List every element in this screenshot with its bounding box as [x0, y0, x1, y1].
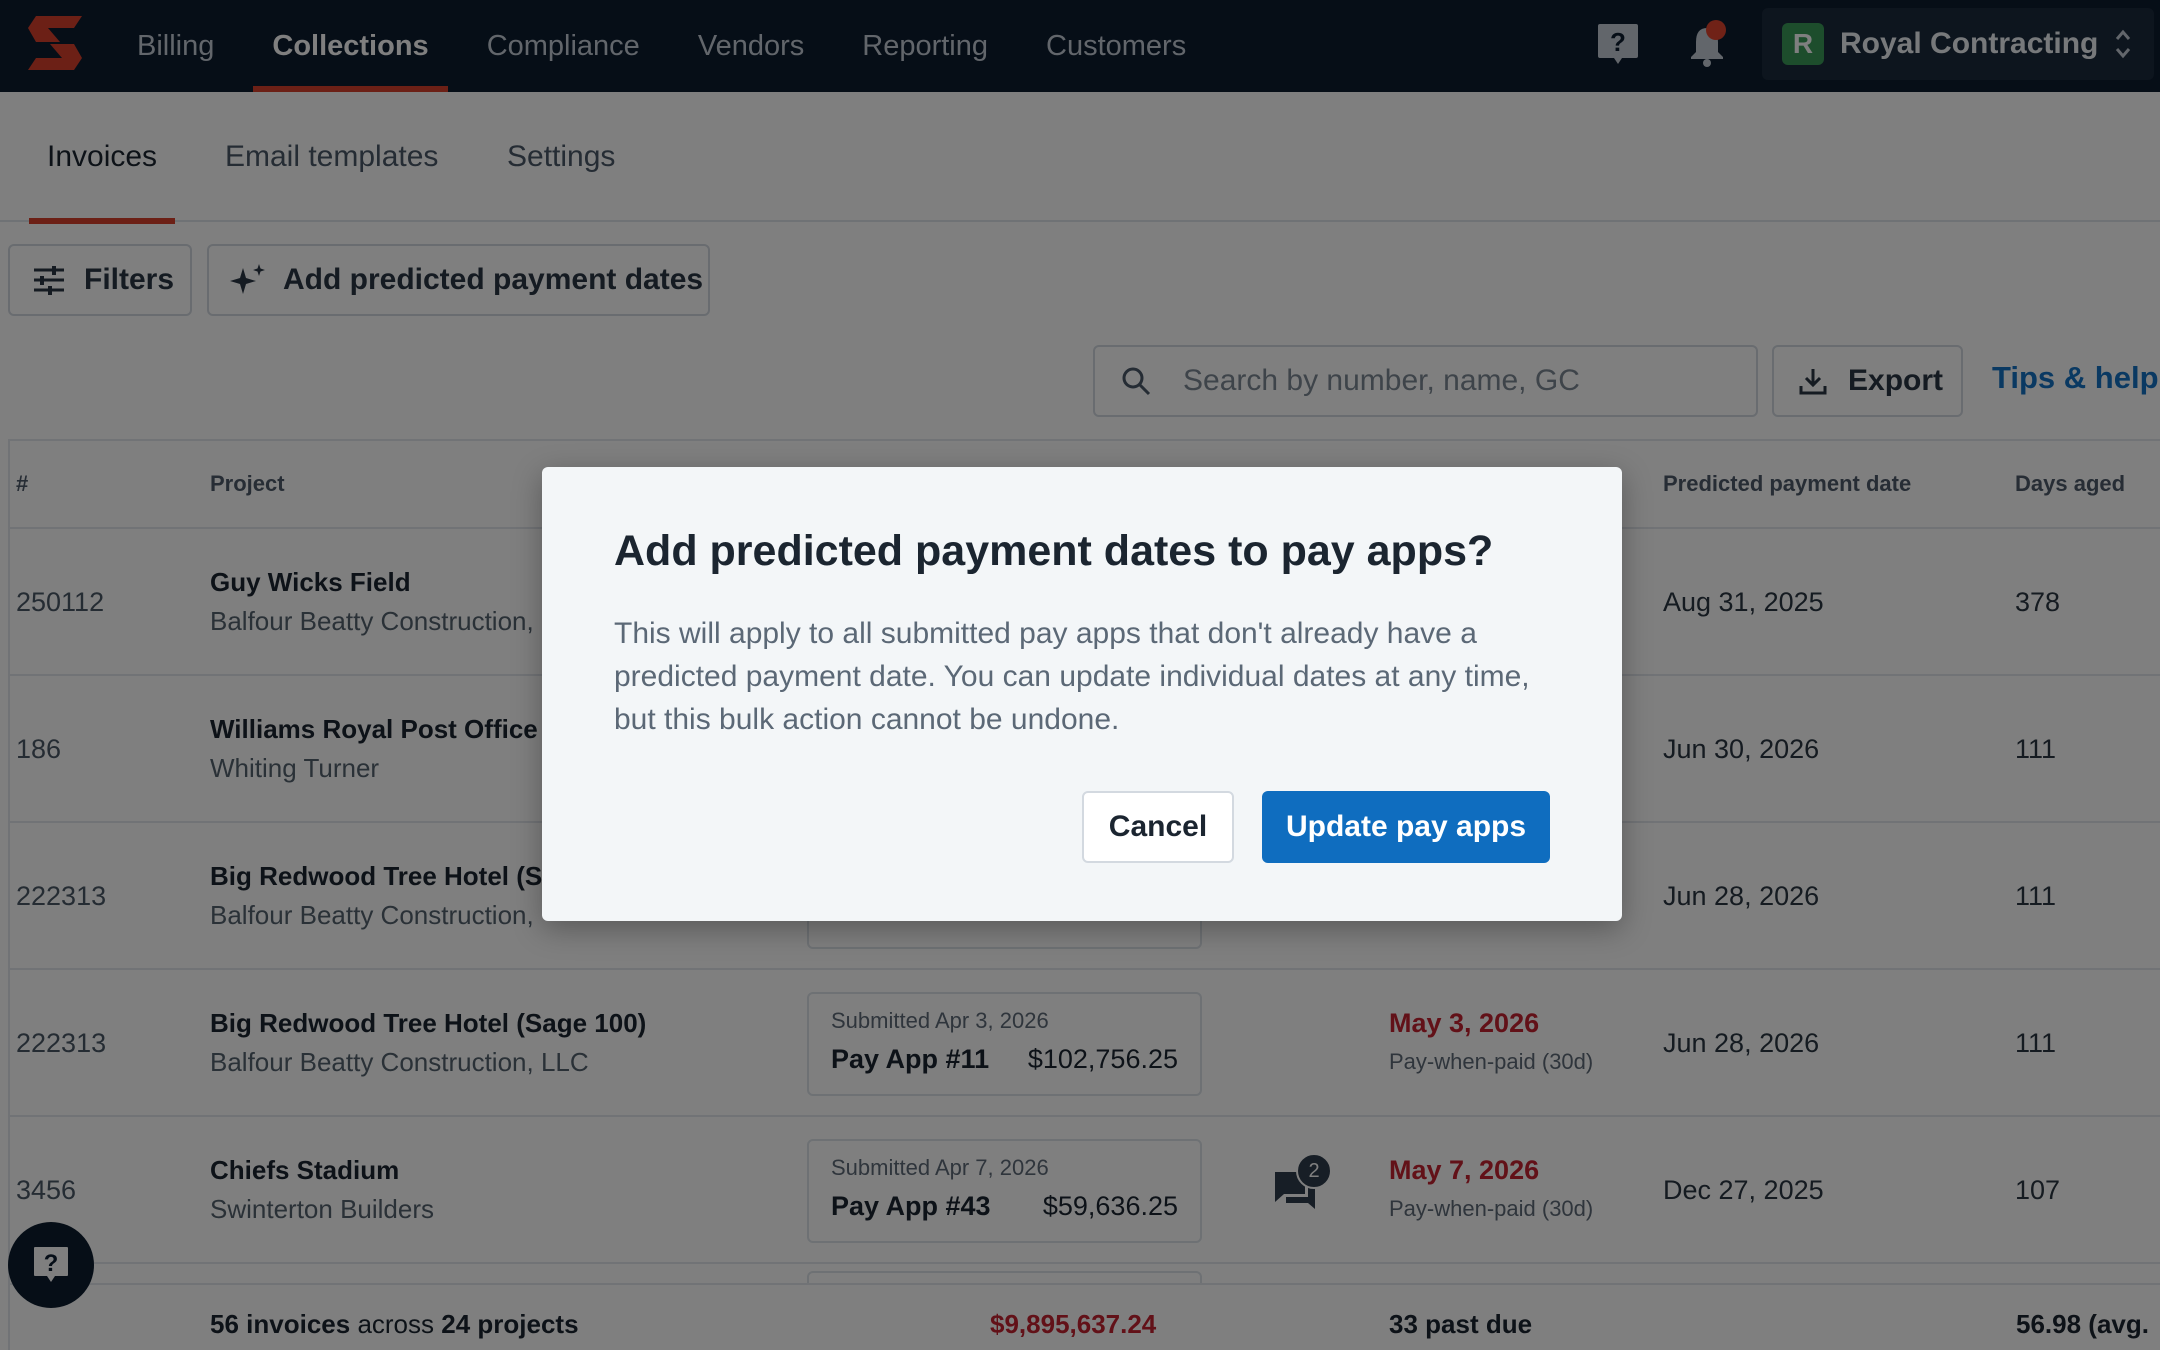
- confirm-dialog: Add predicted payment dates to pay apps?…: [542, 467, 1622, 921]
- dialog-actions: Cancel Update pay apps: [1082, 791, 1550, 863]
- dialog-title: Add predicted payment dates to pay apps?: [614, 527, 1494, 575]
- update-pay-apps-button[interactable]: Update pay apps: [1262, 791, 1550, 863]
- dialog-body: This will apply to all submitted pay app…: [614, 617, 1530, 736]
- cancel-button[interactable]: Cancel: [1082, 791, 1234, 863]
